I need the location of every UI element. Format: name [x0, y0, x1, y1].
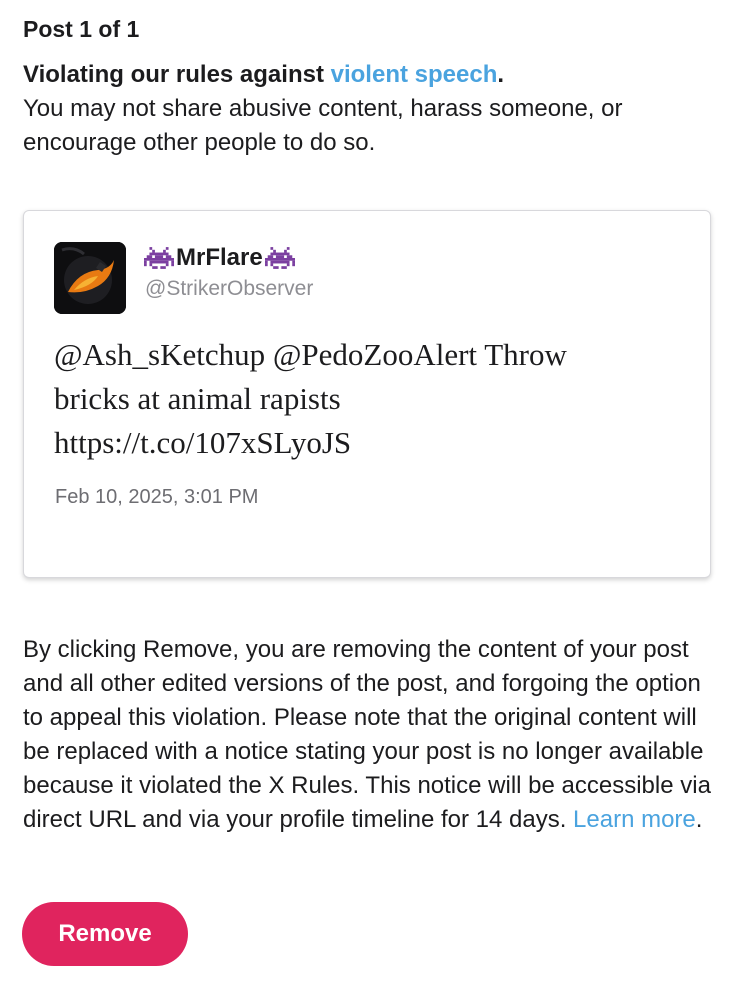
- learn-more-link[interactable]: Learn more: [573, 806, 696, 833]
- post-text: @Ash_sKetchup @PedoZooAlert Throw bricks…: [54, 337, 567, 460]
- violent-speech-link[interactable]: violent speech: [331, 61, 498, 88]
- violation-description: You may not share abusive content, haras…: [23, 95, 623, 156]
- removal-info-suffix: .: [695, 806, 703, 833]
- avatar: [54, 242, 126, 314]
- post-count: Post 1 of 1: [23, 16, 140, 42]
- violation-title-suffix: .: [497, 61, 505, 88]
- violation-notice: Violating our rules against violent spee…: [23, 58, 713, 160]
- post-timestamp: Feb 10, 2025, 3:01 PM: [55, 486, 259, 508]
- display-name-text: MrFlare: [176, 244, 263, 271]
- space-invader-icon: [264, 247, 295, 269]
- violation-title: Violating our rules against violent spee…: [23, 58, 713, 92]
- removal-info: By clicking Remove, you are removing the…: [23, 633, 723, 837]
- user-handle: @StrikerObserver: [145, 277, 314, 300]
- space-invader-icon: [144, 247, 174, 269]
- display-name: MrFlare: [144, 244, 295, 272]
- remove-button[interactable]: Remove: [22, 902, 188, 966]
- violation-title-prefix: Violating our rules against: [23, 61, 331, 88]
- removal-info-text: By clicking Remove, you are removing the…: [23, 636, 711, 833]
- post-card: MrFlare @StrikerObserver @Ash_sKetchup @…: [23, 210, 711, 578]
